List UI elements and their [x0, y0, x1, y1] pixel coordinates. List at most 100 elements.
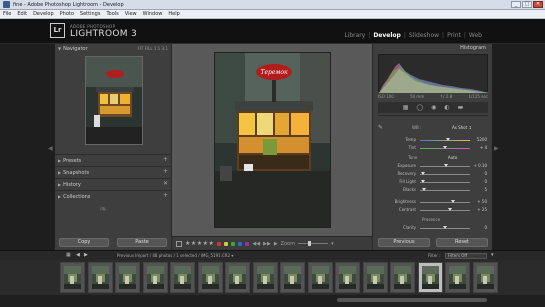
history-header[interactable]: ▶ History ✕ — [55, 180, 172, 189]
main-photo[interactable]: Теремок — [214, 52, 331, 228]
paste-button[interactable]: Paste — [117, 238, 167, 247]
filmstrip-thumbnail[interactable] — [390, 262, 415, 293]
filter-dropdown[interactable]: Filters Off — [445, 253, 487, 259]
slider-knob[interactable] — [420, 180, 425, 183]
slider-track[interactable] — [420, 180, 470, 183]
play-icon[interactable]: ▶ — [274, 241, 278, 247]
menu-help[interactable]: Help — [168, 11, 179, 17]
minimize-button[interactable]: _ — [511, 1, 521, 8]
slider-value[interactable]: + 25 — [473, 207, 487, 212]
menu-edit[interactable]: Edit — [17, 11, 27, 17]
slider-knob[interactable] — [443, 226, 447, 229]
add-snapshot-icon[interactable]: + — [163, 168, 168, 175]
maximize-button[interactable]: □ — [522, 1, 532, 8]
menu-window[interactable]: Window — [143, 11, 163, 17]
navigator-header[interactable]: ▼ Navigator FIT FILL 1:1 3:1 — [55, 44, 172, 53]
filmstrip-thumbnail[interactable] — [60, 262, 85, 293]
prev-image-icon[interactable]: ◀◀ — [252, 241, 260, 247]
filmstrip-thumbnail[interactable] — [307, 262, 333, 293]
slider-value[interactable]: 5200 — [473, 137, 487, 142]
zoom-slider-knob[interactable] — [308, 241, 312, 246]
module-slideshow[interactable]: Slideshow — [406, 32, 442, 39]
copy-button[interactable]: Copy — [59, 238, 109, 247]
forward-icon[interactable]: ▶ — [84, 252, 88, 258]
add-preset-icon[interactable]: + — [163, 156, 168, 163]
navigator-preview[interactable] — [85, 56, 143, 145]
adjustment-brush-icon[interactable]: ▬ — [458, 104, 464, 111]
label-red[interactable] — [217, 241, 222, 246]
menu-settings[interactable]: Settings — [80, 11, 101, 17]
slider-knob[interactable] — [450, 200, 455, 203]
navigator-zoom-options[interactable]: FIT FILL 1:1 3:1 — [137, 46, 168, 51]
slider-value[interactable]: 0 — [473, 171, 487, 176]
close-button[interactable]: ✕ — [533, 1, 543, 8]
slider-value[interactable]: 5 — [473, 187, 487, 192]
slider-value[interactable]: + 4 — [473, 145, 487, 150]
filmstrip-thumbnail[interactable] — [115, 262, 140, 293]
filmstrip-thumbnail[interactable] — [225, 262, 250, 293]
module-print[interactable]: Print — [444, 32, 464, 39]
filmstrip-thumbnail[interactable] — [335, 262, 360, 293]
slider-knob[interactable] — [448, 208, 452, 211]
collections-header[interactable]: ▶ Collections + — [55, 192, 172, 201]
module-develop[interactable]: Develop — [370, 32, 404, 39]
clear-history-icon[interactable]: ✕ — [163, 180, 168, 187]
back-icon[interactable]: ◀ — [76, 252, 80, 258]
image-view[interactable]: Теремок — [172, 44, 372, 236]
menu-photo[interactable]: Photo — [60, 11, 74, 17]
histogram-label[interactable]: Histogram — [460, 45, 486, 51]
slider-value[interactable]: + 0.10 — [473, 163, 487, 168]
filmstrip-thumbnail[interactable] — [142, 262, 168, 293]
wb-dropdown[interactable]: As Shot ↕ — [452, 125, 472, 130]
filmstrip-thumbnail[interactable] — [197, 262, 223, 293]
slider-track[interactable] — [420, 200, 470, 203]
slider-track[interactable] — [420, 138, 470, 141]
filmstrip[interactable] — [0, 260, 545, 295]
slider-knob[interactable] — [445, 138, 450, 141]
snapshots-header[interactable]: ▶ Snapshots + — [55, 168, 172, 177]
grid-view-icon[interactable]: ▦ — [66, 252, 71, 258]
toolbar-menu-icon[interactable]: ▾ — [331, 241, 334, 247]
filmstrip-thumbnail[interactable] — [170, 262, 195, 293]
slider-knob[interactable] — [443, 146, 447, 149]
menu-tools[interactable]: Tools — [106, 11, 118, 17]
filmstrip-thumbnail[interactable] — [472, 262, 498, 293]
menu-develop[interactable]: Develop — [33, 11, 54, 17]
filmstrip-thumbnail[interactable] — [87, 262, 113, 293]
previous-button[interactable]: Previous — [378, 238, 430, 247]
slider-track[interactable] — [420, 208, 470, 211]
collapse-left-icon[interactable]: ◀ — [48, 145, 53, 152]
presets-header[interactable]: ▶ Presets + — [55, 156, 172, 165]
collapse-right-icon[interactable]: ▶ — [494, 145, 499, 152]
filmstrip-source[interactable]: Previous Import / 48 photos / 1 selected… — [117, 253, 233, 258]
spot-removal-icon[interactable]: ◯ — [416, 104, 423, 111]
next-image-icon[interactable]: ▶▶ — [263, 241, 271, 247]
slider-track[interactable] — [420, 164, 470, 167]
add-collection-icon[interactable]: + — [163, 192, 168, 199]
zoom-slider[interactable] — [298, 241, 329, 246]
module-library[interactable]: Library — [341, 32, 368, 39]
label-green[interactable] — [231, 241, 236, 246]
slider-knob[interactable] — [444, 164, 448, 167]
filmstrip-thumbnail[interactable] — [445, 262, 470, 293]
red-eye-icon[interactable]: ◉ — [431, 104, 436, 111]
slider-track[interactable] — [420, 146, 470, 149]
reset-button[interactable]: Reset — [436, 238, 488, 247]
slider-value[interactable]: 0 — [473, 179, 487, 184]
histogram[interactable] — [378, 54, 489, 93]
graduated-filter-icon[interactable]: ◐ — [444, 104, 449, 111]
label-blue[interactable] — [238, 241, 243, 246]
filmstrip-thumbnail[interactable] — [417, 262, 443, 293]
filmstrip-scrollbar[interactable] — [0, 295, 545, 307]
slider-knob[interactable] — [422, 188, 426, 191]
slider-track[interactable] — [420, 172, 470, 175]
module-web[interactable]: Web — [466, 32, 485, 39]
menu-view[interactable]: View — [125, 11, 137, 17]
filmstrip-thumbnail[interactable] — [280, 262, 305, 293]
white-balance-picker-icon[interactable]: ✎ — [378, 124, 383, 131]
slider-value[interactable]: + 50 — [473, 199, 487, 204]
label-purple[interactable] — [245, 241, 250, 246]
filter-lock-icon[interactable]: ▾ — [491, 252, 494, 258]
slider-value[interactable]: 0 — [473, 225, 487, 230]
slider-track[interactable] — [420, 226, 470, 229]
